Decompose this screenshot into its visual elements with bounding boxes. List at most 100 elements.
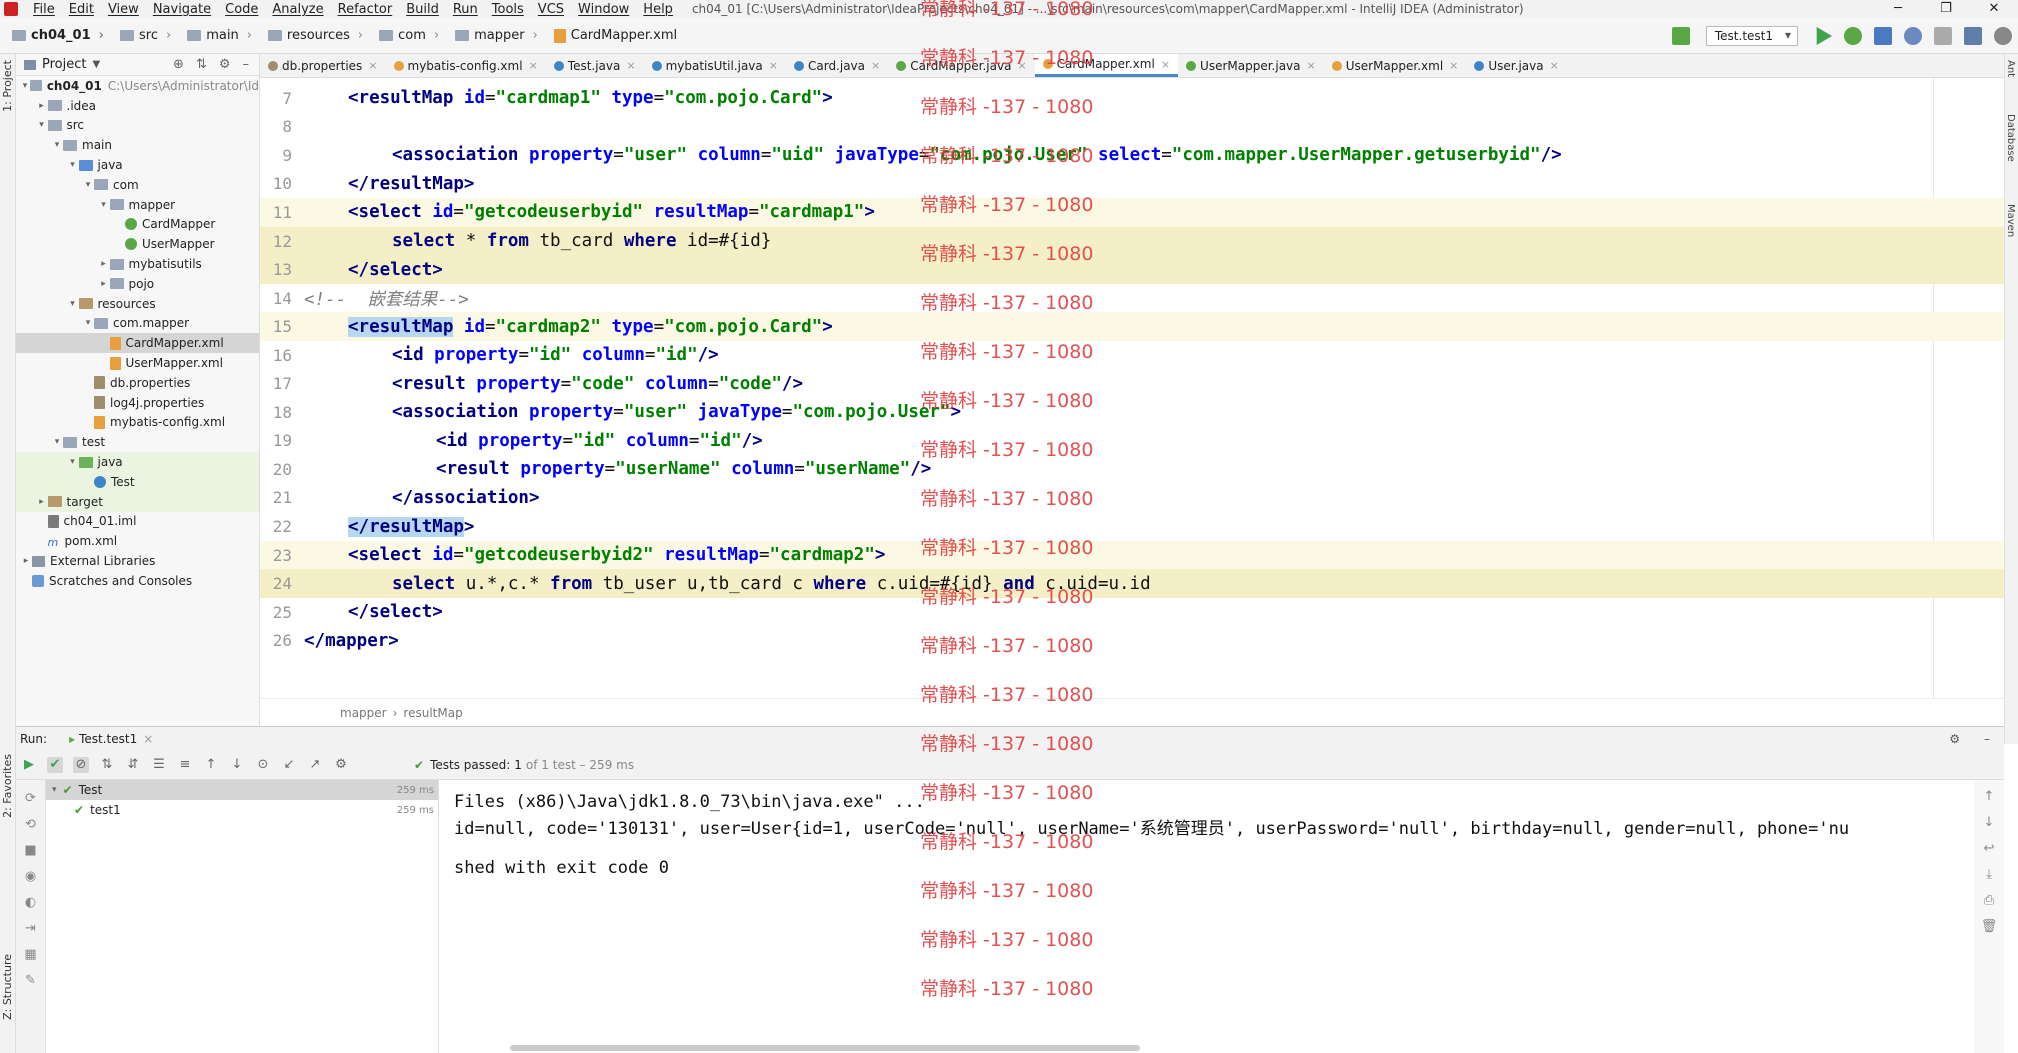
breadcrumb-item[interactable]: CardMapper.xml (542, 28, 681, 43)
layout-icon[interactable]: ▦ (16, 942, 45, 968)
gear-icon[interactable]: ⚙ (219, 57, 231, 72)
chevron-right-icon[interactable]: ▸ (36, 101, 48, 111)
code-line[interactable]: 20 <result property="userName" column="us… (260, 455, 2004, 484)
gear-icon[interactable]: ⚙ (1949, 732, 1960, 746)
run-configuration-select[interactable]: Test.test1 (1705, 26, 1798, 46)
code-line[interactable]: 16 <id property="id" column="id"/> (260, 341, 2004, 370)
tree-node[interactable]: ▾ java (16, 155, 259, 175)
structure-tool-label[interactable]: Z: Structure (1, 954, 14, 1020)
tree-node[interactable]: ▾ resources (16, 294, 259, 314)
run-icon[interactable] (1816, 27, 1832, 45)
sort-alpha-icon[interactable]: ⇅ (99, 757, 115, 773)
code-line[interactable]: 26 </mapper> (260, 626, 2004, 655)
editor-tab[interactable]: db.properties × (260, 54, 386, 77)
previous-failed-icon[interactable]: ↑ (203, 757, 219, 773)
export-icon[interactable]: ↙ (281, 757, 297, 773)
expand-all-icon[interactable]: ☰ (151, 757, 167, 773)
collapse-all-icon[interactable]: ⇅ (196, 57, 207, 72)
code-line[interactable]: 7 <resultMap id="cardmap1" type="com.pojo… (260, 84, 2004, 113)
minimize-icon[interactable]: ─ (1874, 0, 1922, 18)
close-tab-icon[interactable]: × (871, 59, 880, 72)
menu-item[interactable]: Analyze (265, 2, 330, 17)
close-tab-icon[interactable]: × (143, 732, 153, 746)
chevron-down-icon[interactable]: ▾ (67, 299, 79, 309)
chevron-down-icon[interactable]: ▾ (51, 437, 63, 447)
tree-node[interactable]: ▾ com (16, 175, 259, 195)
search-everywhere-icon[interactable] (1994, 27, 2012, 45)
rerun-icon[interactable]: ▶ (21, 757, 37, 773)
editor-breadcrumb-item[interactable]: mapper (340, 706, 387, 720)
code-line[interactable]: 12 select * from tb_card where id=#{id} (260, 226, 2004, 256)
tree-node[interactable]: ▸ mybatisutils (16, 254, 259, 274)
tree-node[interactable]: m pom.xml (16, 531, 259, 551)
hide-icon[interactable]: – (243, 57, 250, 72)
close-tab-icon[interactable]: × (769, 59, 778, 72)
code-line[interactable]: 15 <resultMap id="cardmap2" type="com.poj… (260, 312, 2004, 341)
close-tab-icon[interactable]: × (626, 59, 635, 72)
breadcrumb-item[interactable]: resources › (256, 28, 367, 43)
editor-tab[interactable]: CardMapper.xml × (1034, 54, 1179, 77)
chevron-down-icon[interactable]: ▾ (67, 160, 79, 170)
chevron-down-icon[interactable]: ▾ (82, 180, 94, 190)
close-tab-icon[interactable]: × (529, 59, 538, 72)
tree-node[interactable]: ▸ pojo (16, 274, 259, 294)
import-icon[interactable]: ↗ (307, 757, 323, 773)
test-node[interactable]: ▾ ✔ Test 259 ms (46, 780, 438, 800)
toggle-auto-test-icon[interactable]: ⟲ (16, 812, 45, 838)
close-tab-icon[interactable]: × (1550, 59, 1559, 72)
tree-node[interactable]: ▾ main (16, 135, 259, 155)
close-tab-icon[interactable]: × (368, 59, 377, 72)
tree-node[interactable]: Scratches and Consoles (16, 571, 259, 591)
code-line[interactable]: 19 <id property="id" column="id"/> (260, 427, 2004, 456)
chevron-right-icon[interactable]: ▸ (98, 259, 110, 269)
tree-node[interactable]: Test (16, 471, 259, 492)
database-tool-label[interactable]: Database (2005, 114, 2016, 162)
close-tab-icon[interactable]: × (1161, 58, 1170, 71)
project-tool-label[interactable]: 1: Project (1, 60, 14, 112)
tree-node[interactable]: ▾ mapper (16, 195, 259, 215)
breadcrumb-item[interactable]: src › (108, 28, 175, 43)
menu-item[interactable]: View (101, 2, 146, 17)
login-icon[interactable]: ⇥ (16, 916, 45, 942)
code-line[interactable]: 24 select u.*,c.* from tb_user u,tb_card … (260, 569, 2004, 598)
code-line[interactable]: 18 <association property="user" javaType=… (260, 398, 2004, 427)
tree-node[interactable]: ▾ src (16, 116, 259, 136)
chevron-down-icon[interactable]: ▾ (51, 140, 63, 150)
code-line[interactable]: 13 </select> (260, 255, 2004, 284)
code-line[interactable]: 11 <select id="getcodeuserbyid" resultMap… (260, 198, 2004, 227)
stop-icon[interactable]: ■ (16, 838, 45, 864)
tree-node[interactable]: ▸ External Libraries (16, 551, 259, 571)
show-passed-icon[interactable]: ✔ (47, 756, 63, 773)
stop-icon[interactable] (1934, 27, 1952, 45)
tree-node[interactable]: CardMapper.xml (16, 333, 259, 354)
editor-tab[interactable]: User.java × (1466, 54, 1566, 77)
menu-item[interactable]: Edit (62, 2, 101, 17)
tree-node[interactable]: UserMapper (16, 234, 259, 254)
tree-node[interactable]: ▾ java (16, 452, 259, 472)
breadcrumb-item[interactable]: ch04_01 › (0, 28, 108, 43)
project-structure-icon[interactable] (1964, 27, 1982, 45)
close-icon[interactable]: ✕ (1970, 0, 2018, 18)
console-output[interactable]: Files (x86)\Java\jdk1.8.0_73\bin\java.ex… (440, 780, 1980, 1053)
breadcrumb-item[interactable]: mapper › (443, 28, 542, 43)
rerun-failed-icon[interactable]: ⟳ (16, 786, 45, 812)
chevron-right-icon[interactable]: ▸ (36, 497, 48, 507)
clear-all-icon[interactable]: 🗑 (1974, 914, 2004, 940)
editor-tab[interactable]: CardMapper.java × (888, 54, 1034, 77)
run-tab[interactable]: ▸ Test.test1 × (63, 732, 159, 746)
editor-tab[interactable]: UserMapper.java × (1178, 54, 1324, 77)
menu-item[interactable]: VCS (531, 2, 571, 17)
editor-tab[interactable]: Card.java × (786, 54, 888, 77)
tree-node[interactable]: ▾ ch04_01 C:\Users\Administrator\Id (16, 76, 259, 96)
editor-tab[interactable]: UserMapper.xml × (1324, 54, 1467, 77)
tree-node[interactable]: ▸ .idea (16, 96, 259, 116)
maven-tool-label[interactable]: Maven (2005, 204, 2016, 237)
breadcrumb-item[interactable]: com › (367, 28, 443, 43)
profile-icon[interactable] (1904, 27, 1922, 45)
menu-item[interactable]: File (26, 2, 62, 17)
code-editor[interactable]: 7 <resultMap id="cardmap1" type="com.pojo… (260, 78, 2004, 698)
code-line[interactable]: 21 </association> (260, 484, 2004, 513)
menu-item[interactable]: Build (399, 2, 446, 17)
editor-tab[interactable]: Test.java × (546, 54, 644, 77)
breadcrumb-item[interactable]: main › (175, 28, 256, 43)
